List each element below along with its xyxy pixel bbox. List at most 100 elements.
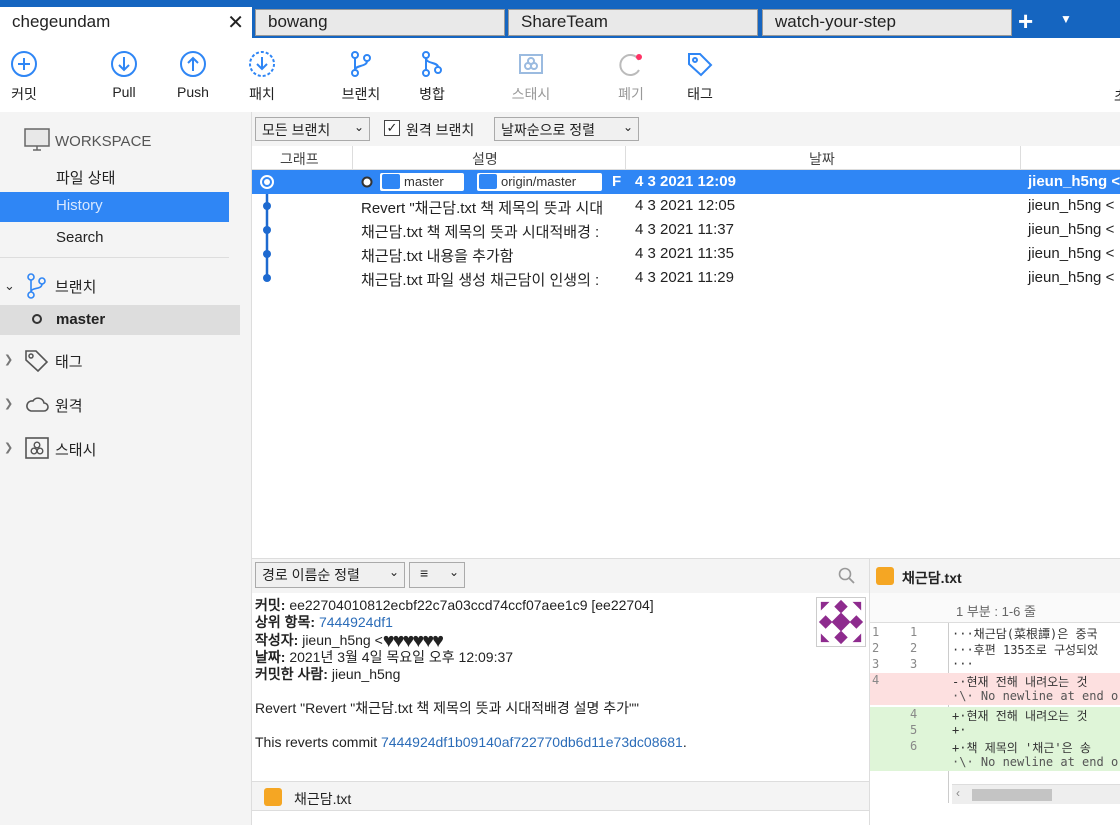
- cloud-icon: [26, 397, 49, 412]
- commit-details: 커밋: ee22704010812ecbf22c7a03ccd74ccf07ae…: [255, 597, 815, 751]
- column-date[interactable]: 날짜: [809, 149, 835, 169]
- tab-label: bowang: [268, 12, 328, 31]
- current-branch-icon: [32, 314, 42, 324]
- toolbar: 커밋 Pull Push 패치 브랜치 병합 스태시 폐기 태그 초: [0, 38, 1120, 112]
- branch-tag-master[interactable]: master: [380, 173, 464, 191]
- branch-button[interactable]: 브랜치: [331, 50, 391, 104]
- sidebar-item-history[interactable]: History: [0, 192, 229, 222]
- head-marker-icon: [361, 176, 373, 188]
- diff-line: 1 1 ···채근담(菜根譚)은 중국: [872, 625, 1098, 641]
- remote-branch-checkbox[interactable]: ✓: [384, 120, 400, 136]
- diff-header: 채근담.txt: [870, 559, 1120, 593]
- branch-filter-dropdown[interactable]: 모든 브랜치 ⌄: [255, 117, 370, 141]
- sidebar-group-remotes[interactable]: ❯ 원격: [0, 390, 240, 420]
- reverts-commit-link[interactable]: 7444924df1b09140af722770db6d11e73dc08681: [381, 734, 683, 750]
- discard-button[interactable]: 폐기: [601, 50, 661, 104]
- committer-value: jieun_h5ng: [331, 666, 401, 682]
- commit-message: Revert "Revert "채근담.txt 책 제목의 뜻과 시대적배경 설…: [255, 700, 639, 716]
- patch-button[interactable]: 패치: [232, 50, 292, 104]
- sort-dropdown[interactable]: 날짜순으로 정렬 ⌄: [494, 117, 639, 141]
- scroll-thumb[interactable]: [972, 789, 1052, 801]
- branch-tag-origin-master[interactable]: origin/master: [477, 173, 602, 191]
- merge-button[interactable]: 병합: [402, 50, 462, 104]
- table-row[interactable]: master origin/master F 4 3 2021 12:09 ji…: [252, 170, 1120, 194]
- search-icon[interactable]: [838, 567, 856, 585]
- chevron-down-icon: ⌄: [388, 565, 399, 579]
- branch-icon: [351, 51, 371, 77]
- commit-plus-icon: [11, 51, 37, 77]
- commit-hash: ee22704010812ecbf22c7a03ccd74ccf07aee1c9…: [289, 597, 654, 613]
- patch-icon: [249, 51, 275, 77]
- changed-file-row[interactable]: 채근담.txt: [252, 781, 869, 811]
- commit-history-table: 그래프 설명 날짜 master origin/master F 4 3 202…: [252, 146, 1120, 558]
- tab-shareteam[interactable]: ShareTeam: [508, 9, 758, 36]
- diff-line-meta: ·\· No newline at end o: [870, 755, 1120, 771]
- scroll-left-icon[interactable]: ‹: [956, 786, 960, 800]
- diff-line: 3 3 ···: [872, 657, 974, 671]
- tab-watch-your-step[interactable]: watch-your-step: [762, 9, 1012, 36]
- file-modified-icon: [264, 788, 282, 806]
- changed-file-name: 채근담.txt: [294, 791, 352, 807]
- chevron-down-icon: ⌄: [622, 120, 633, 134]
- diff-line-added: 5 +·: [870, 723, 1120, 739]
- monitor-icon: [24, 128, 50, 151]
- stash-button[interactable]: 스태시: [501, 50, 561, 104]
- sidebar-group-stash[interactable]: ❯ 스태시: [0, 434, 240, 464]
- tab-menu-chevron-icon[interactable]: ▼: [1060, 12, 1072, 26]
- tab-chegeundam[interactable]: chegeundam ✕: [0, 7, 252, 38]
- close-tab-icon[interactable]: ✕: [227, 10, 244, 35]
- sidebar-group-branches[interactable]: ⌄ 브랜치: [0, 271, 240, 301]
- chevron-down-icon: ⌄: [353, 120, 364, 134]
- diff-line-meta: ·\· No newline at end o: [870, 689, 1120, 705]
- branch-icon: [479, 174, 497, 189]
- chevron-down-icon: ⌄: [4, 278, 15, 293]
- column-graph[interactable]: 그래프: [280, 149, 319, 169]
- view-mode-dropdown[interactable]: ≡ ⌄: [409, 562, 465, 588]
- author-value: jieun_h5ng <: [302, 632, 383, 648]
- tab-label: chegeundam: [12, 12, 111, 31]
- sidebar-item-search[interactable]: Search: [0, 224, 229, 254]
- table-row[interactable]: 채근담.txt 책 제목의 뜻과 시대적배경 : 4 3 2021 11:37 …: [252, 218, 1120, 242]
- diff-line: 2 2 ···후편 135조로 구성되었: [872, 641, 1099, 657]
- commit-button[interactable]: 커밋: [0, 50, 54, 104]
- add-tab-icon[interactable]: +: [1018, 6, 1033, 37]
- workspace-header: WORKSPACE: [24, 128, 151, 156]
- tag-button[interactable]: 태그: [670, 50, 730, 104]
- table-row[interactable]: 채근담.txt 내용을 추가함 4 3 2021 11:35 jieun_h5n…: [252, 242, 1120, 266]
- table-header: 그래프 설명 날짜: [252, 146, 1120, 170]
- path-sort-dropdown[interactable]: 경로 이름순 정렬 ⌄: [255, 562, 405, 588]
- diff-line-removed: 4 -·현재 전해 내려오는 것: [870, 673, 1120, 689]
- hunk-header: 1 부분 : 1-6 줄: [870, 593, 1120, 623]
- diff-line-added: 6 +·책 제목의 '채근'은 송: [870, 739, 1120, 755]
- table-row[interactable]: 채근담.txt 파일 생성 채근담이 인생의 : 4 3 2021 11:29 …: [252, 266, 1120, 290]
- stash-icon: [25, 437, 49, 459]
- pull-arrow-down-icon: [111, 51, 137, 77]
- sidebar: WORKSPACE 파일 상태 History Search ⌄ 브랜치 mas…: [0, 112, 252, 825]
- pull-button[interactable]: Pull: [94, 50, 154, 100]
- diff-line-added: 4 +·현재 전해 내려오는 것: [870, 707, 1120, 723]
- tag-icon: [688, 53, 713, 77]
- column-description[interactable]: 설명: [472, 149, 498, 169]
- tag-icon: [25, 350, 49, 373]
- branch-icon: [27, 273, 46, 299]
- sidebar-item-file-status[interactable]: 파일 상태: [0, 162, 229, 192]
- table-row[interactable]: Revert "채근담.txt 책 제목의 뜻과 시대 4 3 2021 12:…: [252, 194, 1120, 218]
- sidebar-group-tags[interactable]: ❯ 태그: [0, 346, 240, 376]
- chevron-right-icon: ❯: [4, 354, 14, 366]
- sidebar-divider: [0, 257, 229, 258]
- push-button[interactable]: Push: [163, 50, 223, 100]
- file-modified-icon: [876, 567, 894, 585]
- tab-label: watch-your-step: [775, 12, 896, 31]
- diff-file-name: 채근담.txt: [902, 570, 962, 586]
- commit-details-pane: 경로 이름순 정렬 ⌄ ≡ ⌄ 커밋: ee22704010812ecbf22c…: [252, 558, 869, 825]
- graph-node-icon: [260, 175, 274, 189]
- list-icon: ≡: [420, 565, 429, 581]
- reverts-line: This reverts commit 7444924df1b09140af72…: [255, 734, 687, 750]
- parent-link[interactable]: 7444924df1: [319, 614, 393, 630]
- diff-horizontal-scrollbar[interactable]: ‹: [952, 784, 1120, 804]
- branch-master[interactable]: master: [0, 305, 240, 335]
- tab-bowang[interactable]: bowang: [255, 9, 505, 36]
- tab-label: ShareTeam: [521, 12, 608, 31]
- history-filter-bar: 모든 브랜치 ⌄ ✓ 원격 브랜치 날짜순으로 정렬 ⌄: [252, 112, 1120, 146]
- tab-bar: chegeundam ✕ bowang ShareTeam watch-your…: [0, 0, 1120, 38]
